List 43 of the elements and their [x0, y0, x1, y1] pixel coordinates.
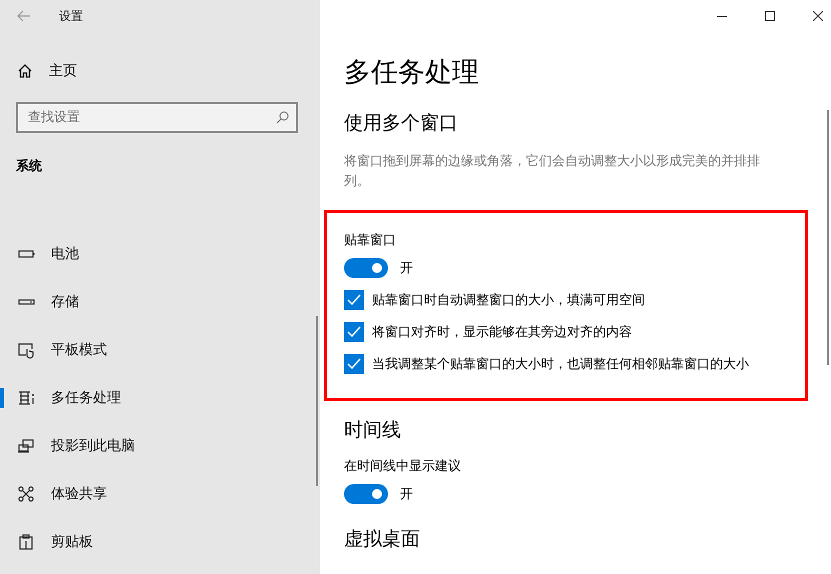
checkbox[interactable] [344, 354, 364, 374]
sidebar-item[interactable]: 电池 [0, 230, 320, 278]
search-icon [276, 111, 289, 124]
tablet-touch-icon [17, 341, 35, 359]
multitask-icon [17, 389, 35, 407]
sidebar-item[interactable]: 体验共享 [0, 470, 320, 518]
clipboard-icon [17, 533, 35, 551]
section-heading: 系统 [16, 158, 43, 175]
sidebar-item[interactable]: 剪贴板 [0, 518, 320, 566]
home-nav-item[interactable]: 主页 [17, 56, 320, 86]
checkmark-icon [347, 294, 361, 306]
section-description: 将窗口拖到屏幕的边缘或角落，它们会自动调整大小以形成完美的并排排列。 [344, 153, 761, 191]
checkbox-label: 将窗口对齐时，显示能够在其旁边对齐的内容 [372, 324, 632, 341]
scrollbar[interactable] [316, 316, 318, 486]
checkbox[interactable] [344, 322, 364, 342]
toggle-state-label: 开 [400, 486, 413, 503]
checkmark-icon [347, 358, 361, 370]
section-heading: 虚拟桌面 [344, 527, 421, 552]
page-title: 多任务处理 [344, 56, 480, 90]
checkbox[interactable] [344, 290, 364, 310]
monitor-icon [17, 437, 35, 455]
setting-label: 在时间线中显示建议 [344, 458, 462, 475]
sidebar-item[interactable]: 投影到此电脑 [0, 422, 320, 470]
checkmark-icon [347, 326, 361, 338]
back-arrow-icon[interactable] [17, 10, 31, 22]
setting-label: 贴靠窗口 [344, 232, 397, 249]
window-title: 设置 [59, 8, 83, 24]
close-icon[interactable] [813, 11, 823, 21]
maximize-icon[interactable] [765, 11, 775, 21]
checkbox-label: 贴靠窗口时自动调整窗口的大小，填满可用空间 [372, 292, 645, 309]
network-nodes-icon [17, 485, 35, 503]
sidebar-item[interactable]: 多任务处理 [0, 374, 320, 422]
sidebar-item[interactable]: 平板模式 [0, 326, 320, 374]
search-field[interactable]: 查找设置 [16, 102, 298, 133]
checkbox-label: 当我调整某个贴靠窗口的大小时，也调整任何相邻贴靠窗口的大小 [372, 356, 749, 373]
section-heading: 时间线 [344, 418, 402, 443]
section-heading: 使用多个窗口 [344, 111, 459, 136]
toggle-switch[interactable] [344, 484, 388, 504]
toggle-state-label: 开 [400, 260, 413, 277]
sidebar-item[interactable]: 存储 [0, 278, 320, 326]
scrollbar[interactable] [827, 110, 829, 365]
home-icon [17, 63, 33, 79]
toggle-switch[interactable] [344, 258, 388, 278]
